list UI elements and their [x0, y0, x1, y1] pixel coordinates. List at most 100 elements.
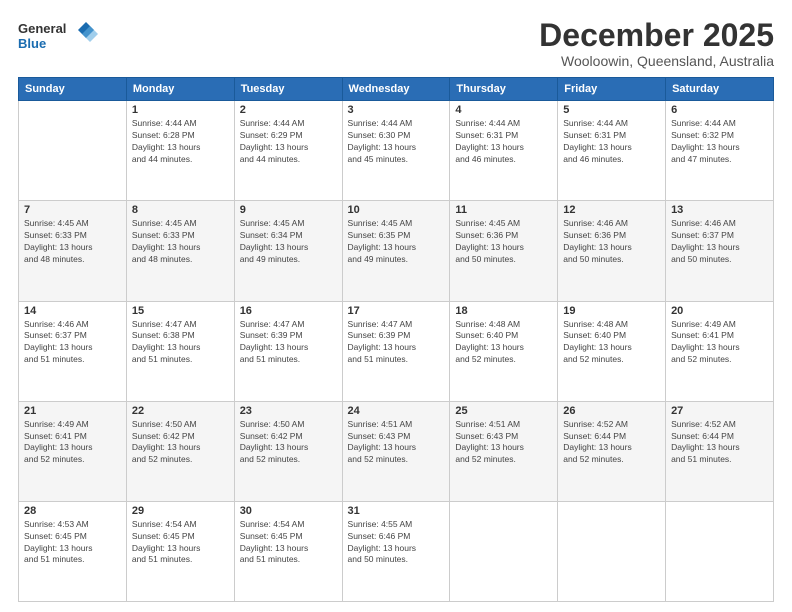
table-row: 14Sunrise: 4:46 AM Sunset: 6:37 PM Dayli… [19, 301, 127, 401]
table-row: 23 Sunrise: 4:50 AM Sunset: 6:42 PM Dayli… [234, 401, 342, 501]
cell-info-text: Sunrise: 4:46 AM Sunset: 6:37 PM Dayligh… [671, 218, 768, 266]
table-row: 4 Sunrise: 4:44 AM Sunset: 6:31 PM Daylig… [450, 101, 558, 201]
cell-date-number: 23 [240, 405, 337, 417]
table-row: 18 Sunrise: 4:48 AM Sunset: 6:40 PM Dayli… [450, 301, 558, 401]
cell-info-text: Sunrise: 4:55 AM Sunset: 6:46 PM Dayligh… [348, 519, 445, 567]
cell-info-text: Sunrise: 4:51 AM Sunset: 6:43 PM Dayligh… [348, 419, 445, 467]
cell-info-text: Sunrise: 4:45 AM Sunset: 6:33 PM Dayligh… [24, 218, 121, 266]
cell-date-number: 13 [671, 204, 768, 216]
cell-info-text: Sunrise: 4:44 AM Sunset: 6:28 PM Dayligh… [132, 118, 229, 166]
calendar-week-row: 14Sunrise: 4:46 AM Sunset: 6:37 PM Dayli… [19, 301, 774, 401]
cell-date-number: 2 [240, 104, 337, 116]
col-monday: Monday [126, 78, 234, 101]
cell-date-number: 15 [132, 305, 229, 317]
cell-info-text: Sunrise: 4:48 AM Sunset: 6:40 PM Dayligh… [455, 319, 552, 367]
cell-date-number: 20 [671, 305, 768, 317]
cell-date-number: 22 [132, 405, 229, 417]
cell-date-number: 3 [348, 104, 445, 116]
cell-date-number: 30 [240, 505, 337, 517]
col-tuesday: Tuesday [234, 78, 342, 101]
cell-info-text: Sunrise: 4:50 AM Sunset: 6:42 PM Dayligh… [240, 419, 337, 467]
cell-info-text: Sunrise: 4:47 AM Sunset: 6:38 PM Dayligh… [132, 319, 229, 367]
table-row: 11 Sunrise: 4:45 AM Sunset: 6:36 PM Dayli… [450, 201, 558, 301]
table-row: 1 Sunrise: 4:44 AM Sunset: 6:28 PM Daylig… [126, 101, 234, 201]
cell-date-number: 19 [563, 305, 660, 317]
col-wednesday: Wednesday [342, 78, 450, 101]
cell-date-number: 26 [563, 405, 660, 417]
table-row: 2 Sunrise: 4:44 AM Sunset: 6:29 PM Daylig… [234, 101, 342, 201]
svg-text:General: General [18, 21, 66, 36]
calendar-week-row: 28Sunrise: 4:53 AM Sunset: 6:45 PM Dayli… [19, 501, 774, 601]
header: General Blue December 2025 Wooloowin, Qu… [18, 18, 774, 69]
cell-info-text: Sunrise: 4:45 AM Sunset: 6:35 PM Dayligh… [348, 218, 445, 266]
table-row: 15 Sunrise: 4:47 AM Sunset: 6:38 PM Dayli… [126, 301, 234, 401]
table-row: 17Sunrise: 4:47 AM Sunset: 6:39 PM Dayli… [342, 301, 450, 401]
calendar-week-row: 21Sunrise: 4:49 AM Sunset: 6:41 PM Dayli… [19, 401, 774, 501]
cell-info-text: Sunrise: 4:44 AM Sunset: 6:31 PM Dayligh… [455, 118, 552, 166]
page: General Blue December 2025 Wooloowin, Qu… [0, 0, 792, 612]
col-saturday: Saturday [666, 78, 774, 101]
cell-info-text: Sunrise: 4:54 AM Sunset: 6:45 PM Dayligh… [132, 519, 229, 567]
cell-info-text: Sunrise: 4:52 AM Sunset: 6:44 PM Dayligh… [671, 419, 768, 467]
cell-date-number: 29 [132, 505, 229, 517]
cell-info-text: Sunrise: 4:48 AM Sunset: 6:40 PM Dayligh… [563, 319, 660, 367]
table-row: 6 Sunrise: 4:44 AM Sunset: 6:32 PM Daylig… [666, 101, 774, 201]
cell-info-text: Sunrise: 4:50 AM Sunset: 6:42 PM Dayligh… [132, 419, 229, 467]
table-row: 7 Sunrise: 4:45 AM Sunset: 6:33 PM Daylig… [19, 201, 127, 301]
cell-info-text: Sunrise: 4:44 AM Sunset: 6:31 PM Dayligh… [563, 118, 660, 166]
col-sunday: Sunday [19, 78, 127, 101]
table-row: 16Sunrise: 4:47 AM Sunset: 6:39 PM Dayli… [234, 301, 342, 401]
table-row: 28Sunrise: 4:53 AM Sunset: 6:45 PM Dayli… [19, 501, 127, 601]
col-thursday: Thursday [450, 78, 558, 101]
table-row: 13 Sunrise: 4:46 AM Sunset: 6:37 PM Dayli… [666, 201, 774, 301]
logo-svg: General Blue [18, 18, 98, 56]
cell-info-text: Sunrise: 4:53 AM Sunset: 6:45 PM Dayligh… [24, 519, 121, 567]
table-row: 8Sunrise: 4:45 AM Sunset: 6:33 PM Daylig… [126, 201, 234, 301]
calendar-header-row: Sunday Monday Tuesday Wednesday Thursday… [19, 78, 774, 101]
cell-info-text: Sunrise: 4:47 AM Sunset: 6:39 PM Dayligh… [240, 319, 337, 367]
main-title: December 2025 [539, 18, 774, 53]
cell-date-number: 18 [455, 305, 552, 317]
cell-date-number: 4 [455, 104, 552, 116]
table-row [666, 501, 774, 601]
subtitle: Wooloowin, Queensland, Australia [539, 53, 774, 69]
table-row: 26 Sunrise: 4:52 AM Sunset: 6:44 PM Dayli… [558, 401, 666, 501]
cell-date-number: 10 [348, 204, 445, 216]
cell-date-number: 9 [240, 204, 337, 216]
table-row: 3 Sunrise: 4:44 AM Sunset: 6:30 PM Daylig… [342, 101, 450, 201]
cell-date-number: 1 [132, 104, 229, 116]
cell-info-text: Sunrise: 4:44 AM Sunset: 6:29 PM Dayligh… [240, 118, 337, 166]
cell-info-text: Sunrise: 4:54 AM Sunset: 6:45 PM Dayligh… [240, 519, 337, 567]
cell-info-text: Sunrise: 4:49 AM Sunset: 6:41 PM Dayligh… [24, 419, 121, 467]
table-row: 22 Sunrise: 4:50 AM Sunset: 6:42 PM Dayli… [126, 401, 234, 501]
cell-date-number: 6 [671, 104, 768, 116]
cell-info-text: Sunrise: 4:44 AM Sunset: 6:30 PM Dayligh… [348, 118, 445, 166]
cell-info-text: Sunrise: 4:45 AM Sunset: 6:33 PM Dayligh… [132, 218, 229, 266]
cell-info-text: Sunrise: 4:51 AM Sunset: 6:43 PM Dayligh… [455, 419, 552, 467]
table-row: 29 Sunrise: 4:54 AM Sunset: 6:45 PM Dayli… [126, 501, 234, 601]
table-row: 9Sunrise: 4:45 AM Sunset: 6:34 PM Daylig… [234, 201, 342, 301]
calendar-week-row: 1 Sunrise: 4:44 AM Sunset: 6:28 PM Daylig… [19, 101, 774, 201]
cell-info-text: Sunrise: 4:45 AM Sunset: 6:36 PM Dayligh… [455, 218, 552, 266]
table-row: 30 Sunrise: 4:54 AM Sunset: 6:45 PM Dayli… [234, 501, 342, 601]
cell-date-number: 31 [348, 505, 445, 517]
cell-info-text: Sunrise: 4:52 AM Sunset: 6:44 PM Dayligh… [563, 419, 660, 467]
table-row: 31 Sunrise: 4:55 AM Sunset: 6:46 PM Dayli… [342, 501, 450, 601]
cell-info-text: Sunrise: 4:49 AM Sunset: 6:41 PM Dayligh… [671, 319, 768, 367]
cell-date-number: 5 [563, 104, 660, 116]
table-row: 10 Sunrise: 4:45 AM Sunset: 6:35 PM Dayli… [342, 201, 450, 301]
cell-info-text: Sunrise: 4:44 AM Sunset: 6:32 PM Dayligh… [671, 118, 768, 166]
cell-date-number: 24 [348, 405, 445, 417]
table-row: 27Sunrise: 4:52 AM Sunset: 6:44 PM Dayli… [666, 401, 774, 501]
cell-date-number: 7 [24, 204, 121, 216]
cell-date-number: 14 [24, 305, 121, 317]
cell-date-number: 25 [455, 405, 552, 417]
cell-info-text: Sunrise: 4:47 AM Sunset: 6:39 PM Dayligh… [348, 319, 445, 367]
cell-info-text: Sunrise: 4:46 AM Sunset: 6:36 PM Dayligh… [563, 218, 660, 266]
logo: General Blue [18, 18, 98, 56]
cell-date-number: 11 [455, 204, 552, 216]
svg-text:Blue: Blue [18, 36, 46, 51]
table-row: 12Sunrise: 4:46 AM Sunset: 6:36 PM Dayli… [558, 201, 666, 301]
title-block: December 2025 Wooloowin, Queensland, Aus… [539, 18, 774, 69]
table-row: 19 Sunrise: 4:48 AM Sunset: 6:40 PM Dayli… [558, 301, 666, 401]
